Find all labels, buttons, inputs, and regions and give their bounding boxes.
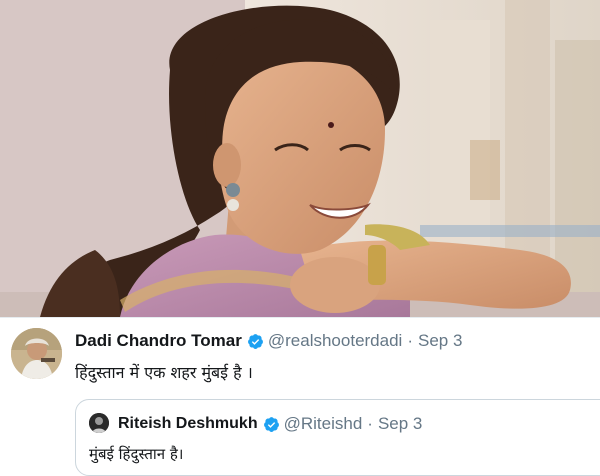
quoted-tweet-text: मुंबई हिंदुस्तान है। bbox=[89, 445, 184, 463]
news-photo bbox=[0, 0, 600, 317]
quoted-author-avatar[interactable] bbox=[89, 413, 109, 433]
author-avatar[interactable] bbox=[11, 328, 62, 379]
separator-dot: · bbox=[407, 331, 413, 350]
verified-badge-icon bbox=[263, 416, 279, 432]
quoted-tweet-header: Riteish Deshmukh @Riteishd · Sep 3 bbox=[118, 413, 422, 435]
quoted-author-handle[interactable]: @Riteishd bbox=[284, 414, 363, 434]
quoted-avatar-image bbox=[89, 413, 109, 433]
quoted-author-name[interactable]: Riteish Deshmukh bbox=[118, 415, 258, 433]
avatar-image bbox=[11, 328, 62, 379]
author-handle[interactable]: @realshooterdadi bbox=[268, 331, 402, 351]
tweet-card[interactable]: Dadi Chandro Tomar @realshooterdadi · Se… bbox=[0, 317, 600, 476]
tweet-text: हिंदुस्तान में एक शहर मुंबई है । bbox=[75, 363, 253, 382]
tweet-header: Dadi Chandro Tomar @realshooterdadi · Se… bbox=[75, 330, 462, 352]
quoted-tweet-date[interactable]: Sep 3 bbox=[378, 414, 422, 434]
verified-badge-icon bbox=[247, 333, 263, 349]
quoted-tweet-card[interactable]: Riteish Deshmukh @Riteishd · Sep 3 मुंबई… bbox=[75, 399, 600, 476]
woman-smiling-illustration bbox=[0, 0, 600, 317]
separator-dot: · bbox=[367, 414, 373, 433]
author-name[interactable]: Dadi Chandro Tomar bbox=[75, 331, 242, 351]
tweet-date[interactable]: Sep 3 bbox=[418, 331, 462, 351]
